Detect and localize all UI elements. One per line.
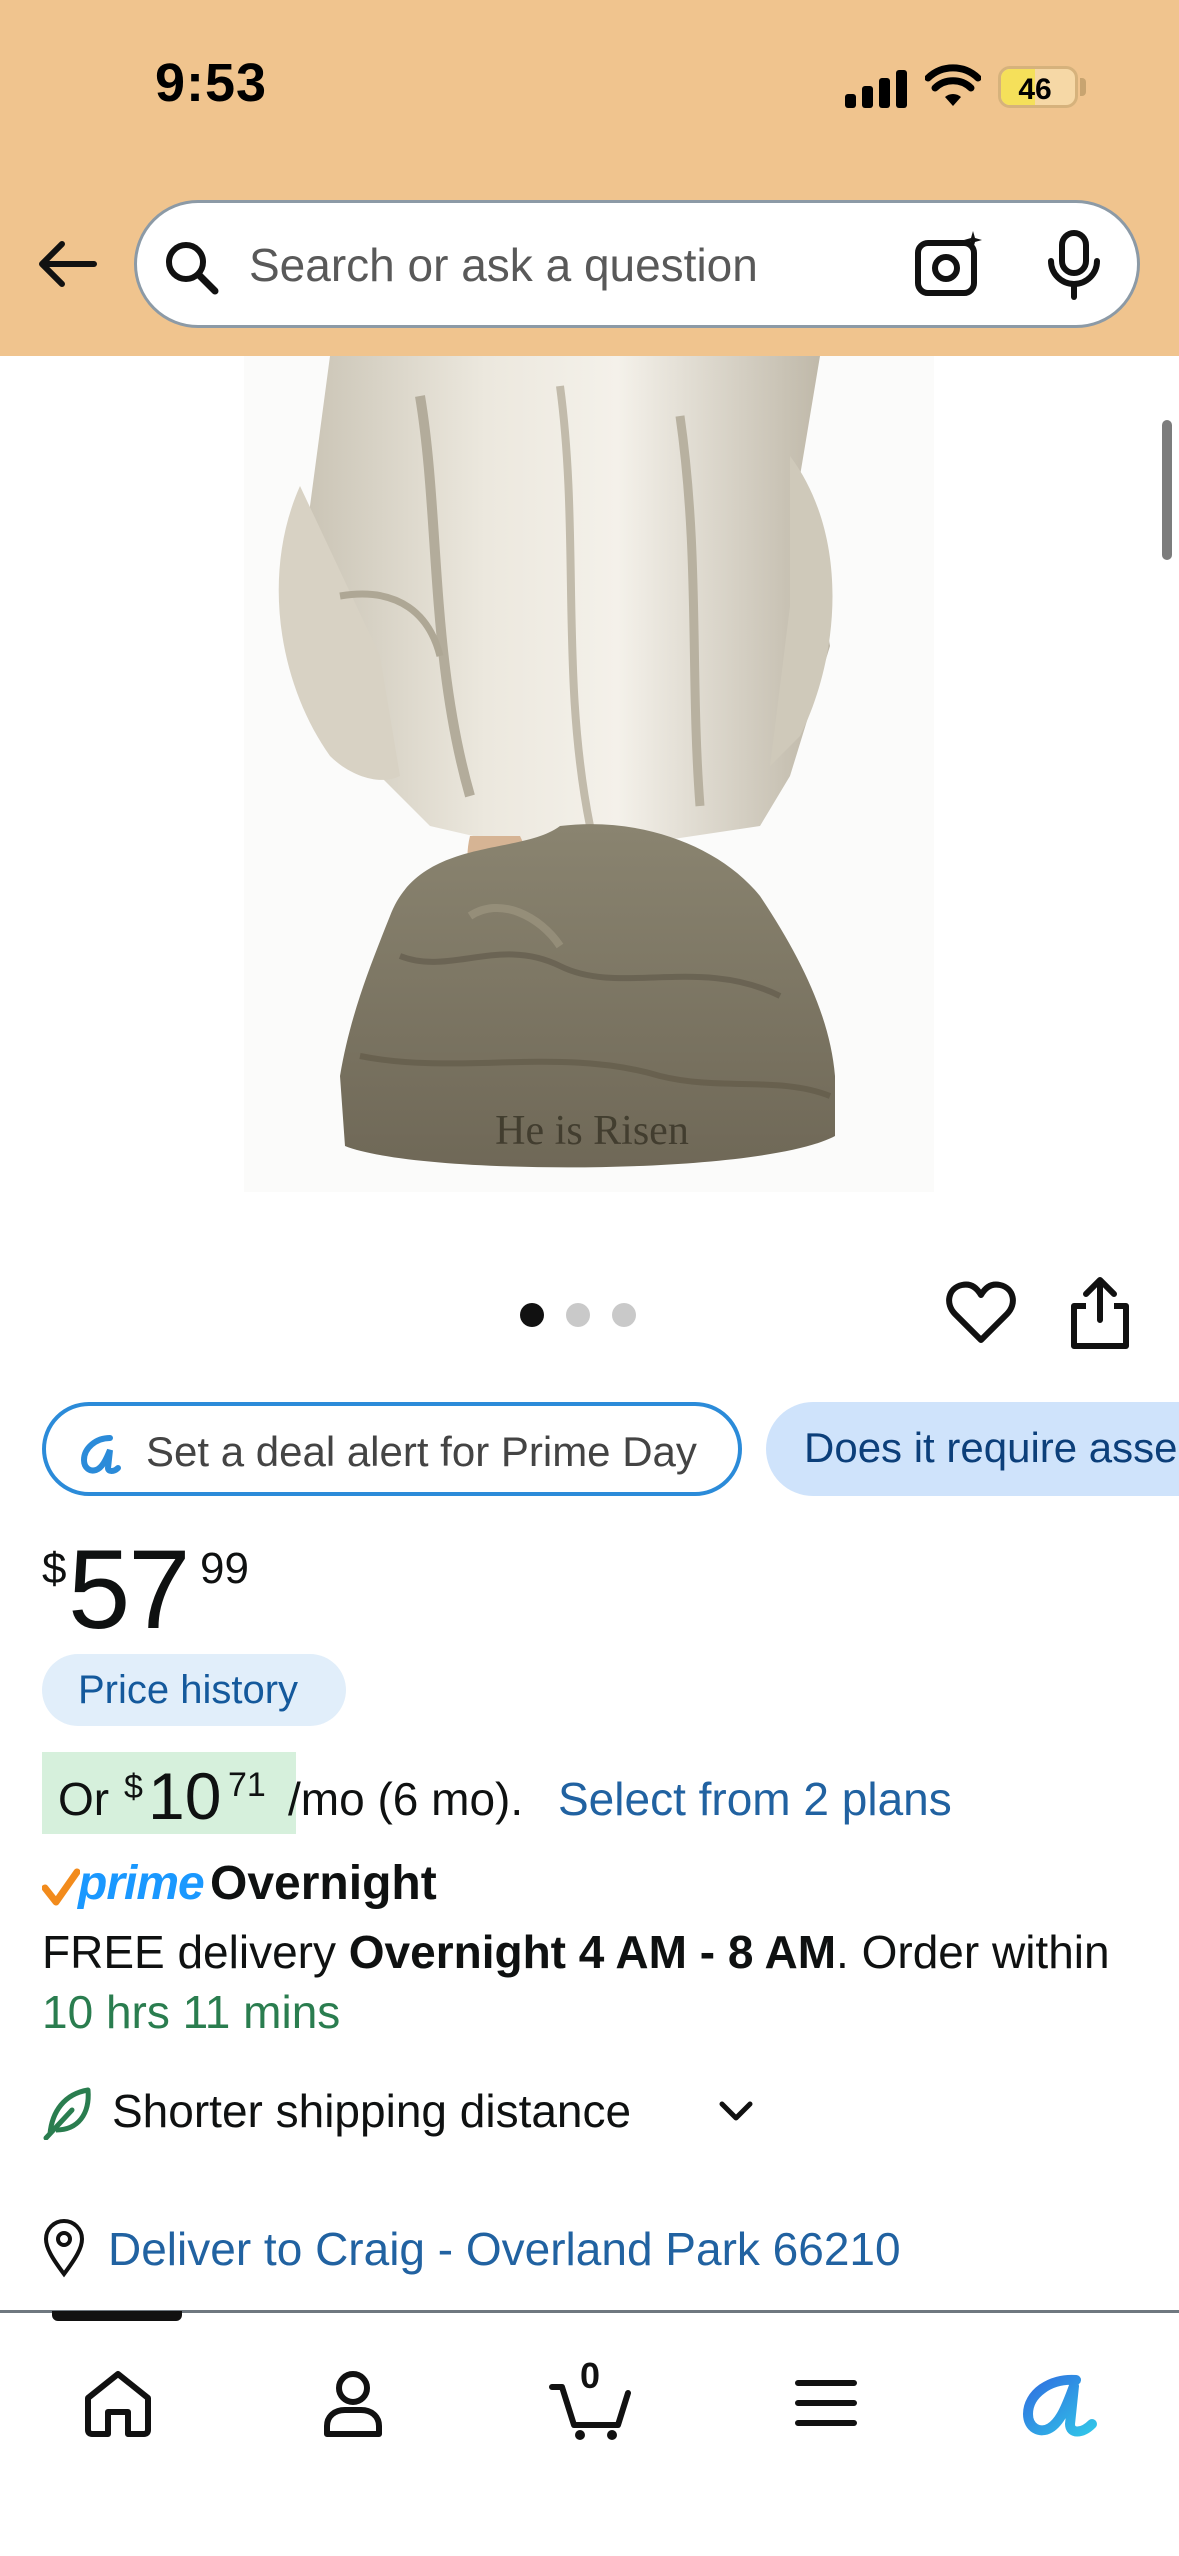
installment-currency: $ <box>124 1768 143 1806</box>
carousel-dot[interactable] <box>566 1303 590 1327</box>
active-tab-indicator <box>52 2311 182 2321</box>
camera-search-icon[interactable] <box>913 229 985 301</box>
suggestion-chips: Set a deal alert for Prime Day Does it r… <box>42 1402 1179 1496</box>
installment-fraction: 71 <box>228 1766 266 1804</box>
price-fraction: 99 <box>200 1544 249 1593</box>
carousel-dot[interactable] <box>520 1303 544 1327</box>
delivery-prefix: FREE delivery <box>42 1926 349 1978</box>
microphone-icon[interactable] <box>1043 229 1105 301</box>
chevron-down-icon <box>719 2101 753 2121</box>
bottom-navigation: 0 <box>0 2310 1179 2556</box>
account-icon <box>324 2371 382 2437</box>
back-arrow-icon <box>39 241 97 287</box>
scroll-indicator[interactable] <box>1162 420 1172 560</box>
statue-image: He is Risen <box>244 356 934 1192</box>
nav-home[interactable] <box>68 2353 168 2453</box>
wishlist-heart-icon[interactable] <box>946 1278 1016 1348</box>
image-carousel-dots[interactable] <box>520 1300 660 1330</box>
location-pin-icon <box>43 2219 85 2278</box>
deliver-to-label: Deliver to Craig - Overland Park 66210 <box>108 2223 901 2275</box>
carousel-dot[interactable] <box>612 1303 636 1327</box>
back-button[interactable] <box>30 228 102 300</box>
rufus-ai-icon <box>1023 2374 1097 2437</box>
header: 9:53 46 <box>0 0 1179 356</box>
deal-alert-chip[interactable]: Set a deal alert for Prime Day <box>42 1402 742 1496</box>
delivery-window: Overnight 4 AM - 8 AM <box>348 1926 837 1978</box>
installment-or: Or <box>58 1773 110 1825</box>
installment-term: /mo (6 mo). <box>288 1773 524 1825</box>
battery-percent: 46 <box>1018 73 1052 106</box>
battery-tip <box>1080 78 1086 96</box>
nav-account[interactable] <box>303 2353 403 2453</box>
delivery-middle: . Order within <box>836 1926 1110 1978</box>
price-currency: $ <box>42 1544 67 1593</box>
rufus-ai-icon <box>80 1435 121 1474</box>
price-history-label: Price history <box>78 1668 299 1712</box>
question-chip[interactable]: Does it require assembly? <box>766 1402 1179 1496</box>
question-chip-label: Does it require assembly? <box>804 1424 1179 1471</box>
nav-cart[interactable]: 0 <box>540 2353 640 2453</box>
battery-indicator: 46 <box>998 66 1078 108</box>
prime-badge: prime Overnight <box>42 1856 742 1916</box>
delivery-countdown: 10 hrs 11 mins <box>42 1986 341 2038</box>
installment-offer: Or $ 10 71 /mo (6 mo). Select from 2 pla… <box>42 1752 1162 1836</box>
leaf-icon <box>43 2087 91 2140</box>
search-icon <box>166 242 219 295</box>
deliver-to-location[interactable]: Deliver to Craig - Overland Park 66210 <box>42 2214 1142 2280</box>
shorter-shipping-toggle[interactable]: Shorter shipping distance <box>42 2078 762 2144</box>
price-history-button[interactable]: Price history <box>42 1654 346 1726</box>
installment-whole: 10 <box>148 1759 222 1833</box>
product-image[interactable]: He is Risen <box>0 356 1179 1236</box>
shorter-shipping-label: Shorter shipping distance <box>112 2085 632 2137</box>
deal-alert-label: Set a deal alert for Prime Day <box>146 1428 697 1475</box>
share-icon[interactable] <box>1068 1276 1132 1350</box>
nav-rufus[interactable] <box>1010 2353 1110 2453</box>
home-icon <box>85 2371 151 2437</box>
select-plans-link[interactable]: Select from 2 plans <box>558 1772 952 1826</box>
search-bar[interactable] <box>134 200 1140 328</box>
delivery-info: FREE delivery Overnight 4 AM - 8 AM. Ord… <box>42 1922 1152 2042</box>
prime-check-icon <box>42 1868 80 1906</box>
cellular-signal-icon <box>845 70 907 108</box>
status-time: 9:53 <box>155 53 268 113</box>
menu-icon <box>795 2380 857 2426</box>
nav-menu[interactable] <box>776 2353 876 2453</box>
cart-count: 0 <box>579 2355 601 2396</box>
wifi-icon <box>925 64 981 106</box>
prime-speed: Overnight <box>210 1857 437 1910</box>
prime-logo-text: prime <box>78 1857 205 1910</box>
search-input[interactable] <box>249 233 869 297</box>
statue-engraving: He is Risen <box>495 1108 689 1154</box>
price-whole: 57 <box>68 1527 191 1652</box>
status-bar: 9:53 46 <box>0 0 1179 176</box>
